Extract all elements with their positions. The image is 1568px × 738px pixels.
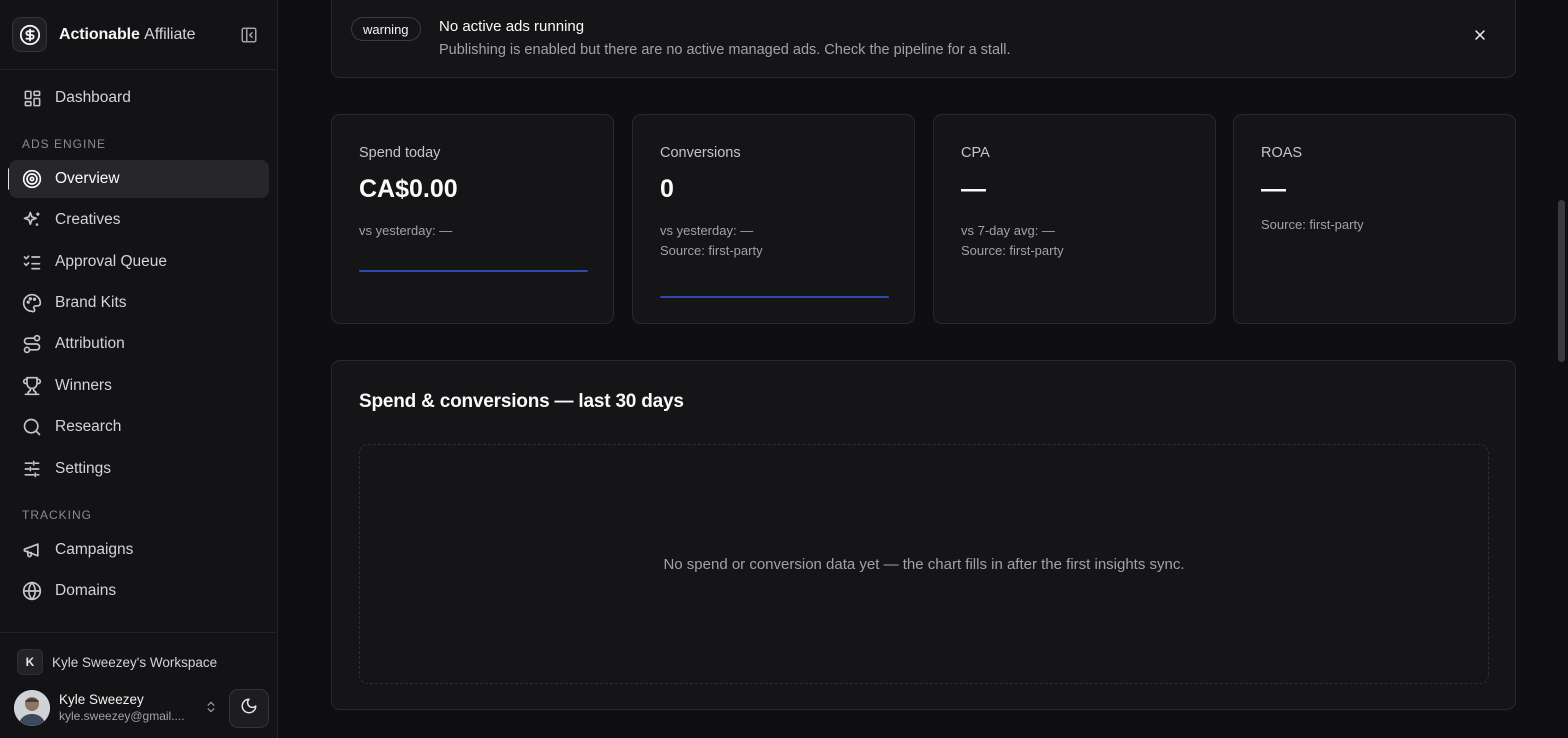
moon-icon (240, 697, 258, 720)
sidebar-collapse-icon[interactable] (239, 25, 259, 45)
kpi-value: — (961, 175, 986, 203)
alert-description: Publishing is enabled but there are no a… (439, 42, 1011, 58)
sidebar-item-label: Campaigns (55, 541, 134, 558)
sidebar-item-domains[interactable]: Domains (9, 572, 269, 610)
sidebar-item-brand-kits[interactable]: Brand Kits (9, 284, 269, 322)
dollar-logo-icon (12, 17, 47, 52)
route-icon (22, 334, 42, 354)
kpi-comparison: vs yesterday: — (660, 223, 754, 238)
avatar (14, 690, 50, 726)
layout-dashboard-icon (22, 88, 42, 108)
sidebar-item-label: Attribution (55, 335, 125, 352)
warning-alert: warning No active ads running Publishing… (331, 0, 1516, 78)
divider (0, 632, 277, 633)
kpi-value: — (1261, 175, 1286, 203)
sparkles-icon (22, 210, 42, 230)
kpi-label: Conversions (660, 145, 741, 161)
chart-title: Spend & conversions — last 30 days (359, 391, 684, 412)
sidebar-item-settings[interactable]: Settings (9, 450, 269, 488)
brand-name: Actionable Affiliate (59, 25, 196, 43)
kpi-label: CPA (961, 145, 990, 161)
sidebar-item-creatives[interactable]: Creatives (9, 201, 269, 239)
workspace-name: Kyle Sweezey's Workspace (52, 654, 218, 670)
sidebar-item-dashboard[interactable]: Dashboard (9, 79, 269, 117)
spend-conversions-chart-card: Spend & conversions — last 30 days No sp… (331, 360, 1516, 710)
section-label-tracking: TRACKING (22, 508, 93, 522)
divider (0, 69, 277, 70)
megaphone-icon (22, 540, 42, 560)
globe-icon (22, 581, 42, 601)
section-label-ads-engine: ADS ENGINE (22, 137, 107, 151)
target-icon (22, 169, 42, 189)
user-email: kyle.sweezey@gmail.... (59, 709, 185, 723)
sidebar-item-research[interactable]: Research (9, 408, 269, 446)
sidebar-item-label: Research (55, 418, 122, 435)
sliders-icon (22, 459, 42, 479)
kpi-source: Source: first-party (961, 243, 1064, 258)
kpi-label: Spend today (359, 145, 441, 161)
empty-state-message: No spend or conversion data yet — the ch… (663, 555, 1185, 573)
kpi-label: ROAS (1261, 145, 1303, 161)
sidebar-item-label: Winners (55, 377, 112, 394)
sparkline (660, 296, 889, 298)
alert-title: No active ads running (439, 18, 585, 35)
sidebar-item-label: Approval Queue (55, 253, 168, 270)
sidebar-item-overview[interactable]: Overview (9, 160, 269, 198)
sidebar-item-attribution[interactable]: Attribution (9, 325, 269, 363)
sidebar: Actionable Affiliate Dashboard ADS ENGIN… (0, 0, 278, 738)
chevrons-up-down-icon (204, 699, 218, 720)
alert-badge: warning (351, 17, 421, 41)
close-icon[interactable] (1470, 25, 1490, 45)
sidebar-item-approval-queue[interactable]: Approval Queue (9, 243, 269, 281)
search-icon (22, 417, 42, 437)
chart-empty-state: No spend or conversion data yet — the ch… (359, 444, 1489, 684)
kpi-value: 0 (660, 175, 674, 203)
sidebar-item-label: Domains (55, 582, 117, 599)
user-menu[interactable]: Kyle Sweezey kyle.sweezey@gmail.... (14, 688, 222, 728)
sidebar-item-label: Overview (55, 170, 120, 187)
kpi-card-cpa: CPA — vs 7-day avg: — Source: first-part… (933, 114, 1216, 324)
trophy-icon (22, 376, 42, 396)
sidebar-item-label: Brand Kits (55, 294, 127, 311)
scrollbar-thumb[interactable] (1558, 200, 1565, 362)
sidebar-item-label: Creatives (55, 211, 121, 228)
user-name: Kyle Sweezey (59, 692, 144, 707)
kpi-value: CA$0.00 (359, 175, 458, 203)
sparkline (359, 270, 588, 272)
theme-toggle-button[interactable] (229, 689, 269, 728)
list-checks-icon (22, 252, 42, 272)
kpi-comparison: vs 7-day avg: — (961, 223, 1055, 238)
sidebar-item-winners[interactable]: Winners (9, 367, 269, 405)
sidebar-item-label: Dashboard (55, 89, 131, 106)
kpi-card-roas: ROAS — Source: first-party (1233, 114, 1516, 324)
sidebar-item-campaigns[interactable]: Campaigns (9, 531, 269, 569)
brand[interactable]: Actionable Affiliate (12, 17, 266, 52)
palette-icon (22, 293, 42, 313)
workspace-switcher[interactable]: K Kyle Sweezey's Workspace (17, 649, 217, 675)
kpi-source: Source: first-party (1261, 217, 1364, 232)
kpi-source: Source: first-party (660, 243, 763, 258)
kpi-comparison: vs yesterday: — (359, 223, 453, 238)
sidebar-item-label: Settings (55, 460, 112, 477)
workspace-badge: K (17, 649, 43, 675)
kpi-card-spend: Spend today CA$0.00 vs yesterday: — (331, 114, 614, 324)
kpi-card-conversions: Conversions 0 vs yesterday: — Source: fi… (632, 114, 915, 324)
main-content: warning No active ads running Publishing… (279, 0, 1568, 738)
